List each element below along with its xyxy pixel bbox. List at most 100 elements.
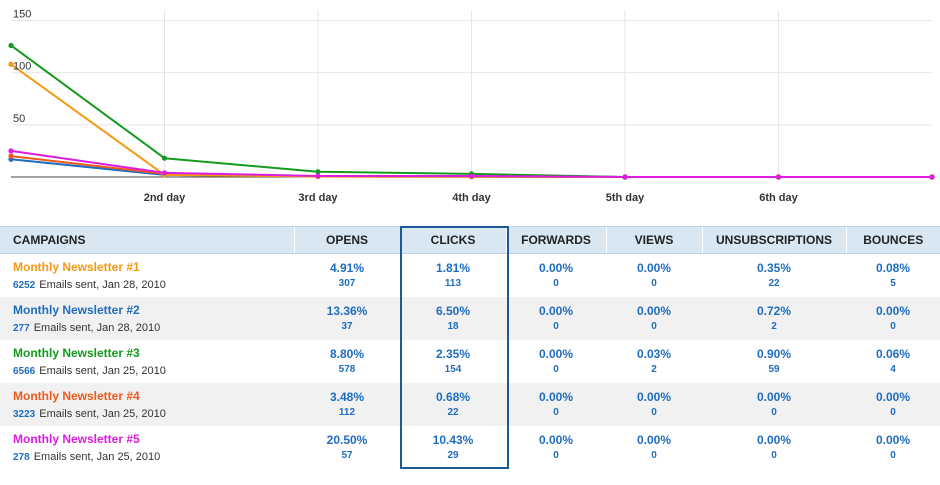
views-count[interactable]: 0 (606, 407, 702, 419)
clicks-count[interactable]: 18 (400, 321, 506, 333)
header-views[interactable]: VIEWS (605, 226, 702, 254)
views-count[interactable]: 0 (606, 278, 702, 290)
clicks-percent[interactable]: 1.81% (400, 261, 506, 276)
clicks-count[interactable]: 154 (400, 364, 506, 376)
emails-sent-count[interactable]: 6252 (13, 280, 35, 291)
unsubscriptions-count[interactable]: 22 (702, 278, 846, 290)
forwards-percent[interactable]: 0.00% (506, 390, 606, 405)
series-point[interactable] (929, 174, 935, 180)
series-point[interactable] (161, 170, 168, 176)
campaign-sent-info: 278 Emails sent, Jan 25, 2010 (13, 451, 294, 464)
views-count[interactable]: 0 (606, 321, 702, 333)
bounces-percent[interactable]: 0.00% (846, 390, 940, 405)
clicks-percent[interactable]: 10.43% (400, 433, 506, 448)
header-bounces[interactable]: BOUNCES (845, 226, 940, 254)
header-forwards[interactable]: FORWARDS (505, 226, 606, 254)
series-point[interactable] (622, 174, 628, 180)
emails-sent-count[interactable]: 278 (13, 452, 30, 463)
unsubscriptions-percent[interactable]: 0.72% (702, 304, 846, 319)
unsubscriptions-count[interactable]: 0 (702, 450, 846, 462)
campaign-name-link[interactable]: Monthly Newsletter #2 (13, 303, 294, 318)
clicks-percent[interactable]: 2.35% (400, 347, 506, 362)
bounces-count[interactable]: 5 (846, 278, 940, 290)
unsubscriptions-percent[interactable]: 0.35% (702, 261, 846, 276)
header-campaigns[interactable]: CAMPAIGNS (0, 226, 294, 254)
unsubscriptions-percent[interactable]: 0.90% (702, 347, 846, 362)
forwards-count[interactable]: 0 (506, 407, 606, 419)
opens-count[interactable]: 57 (294, 450, 400, 462)
emails-sent-count[interactable]: 3223 (13, 409, 35, 420)
clicks-count[interactable]: 22 (400, 407, 506, 419)
unsubscriptions-cell: 0.00% 0 (702, 426, 846, 469)
header-clicks[interactable]: CLICKS (399, 226, 506, 254)
opens-count[interactable]: 307 (294, 278, 400, 290)
bounces-percent[interactable]: 0.00% (846, 433, 940, 448)
bounces-count[interactable]: 0 (846, 450, 940, 462)
forwards-count[interactable]: 0 (506, 450, 606, 462)
opens-percent[interactable]: 8.80% (294, 347, 400, 362)
campaign-name-link[interactable]: Monthly Newsletter #5 (13, 432, 294, 447)
campaign-name-link[interactable]: Monthly Newsletter #1 (13, 260, 294, 275)
views-cell: 0.00% 0 (606, 297, 702, 340)
header-opens[interactable]: OPENS (293, 226, 400, 254)
series-point[interactable] (161, 155, 168, 161)
forwards-cell: 0.00% 0 (506, 426, 606, 469)
views-percent[interactable]: 0.00% (606, 390, 702, 405)
views-percent[interactable]: 0.00% (606, 433, 702, 448)
unsubscriptions-percent[interactable]: 0.00% (702, 390, 846, 405)
opens-percent[interactable]: 4.91% (294, 261, 400, 276)
forwards-percent[interactable]: 0.00% (506, 347, 606, 362)
unsubscriptions-percent[interactable]: 0.00% (702, 433, 846, 448)
views-count[interactable]: 0 (606, 450, 702, 462)
campaign-name-link[interactable]: Monthly Newsletter #3 (13, 346, 294, 361)
opens-count[interactable]: 578 (294, 364, 400, 376)
campaign-name-link[interactable]: Monthly Newsletter #4 (13, 389, 294, 404)
table-row: Monthly Newsletter #5 278 Emails sent, Jan… (0, 426, 940, 469)
opens-percent[interactable]: 3.48% (294, 390, 400, 405)
forwards-count[interactable]: 0 (506, 321, 606, 333)
emails-sent-count[interactable]: 277 (13, 323, 30, 334)
forwards-count[interactable]: 0 (506, 278, 606, 290)
clicks-percent[interactable]: 0.68% (400, 390, 506, 405)
emails-sent-date: Emails sent, Jan 25, 2010 (33, 450, 161, 463)
series-point[interactable] (8, 42, 14, 49)
emails-sent-count[interactable]: 6566 (13, 366, 35, 377)
bounces-count[interactable]: 0 (846, 407, 940, 419)
unsubscriptions-count[interactable]: 0 (702, 407, 846, 419)
campaign-cell: Monthly Newsletter #3 6566 Emails sent, Ja… (0, 340, 294, 383)
campaign-cell: Monthly Newsletter #1 6252 Emails sent, Ja… (0, 254, 294, 298)
clicks-cell: 2.35% 154 (400, 340, 506, 383)
series-point[interactable] (8, 148, 14, 154)
forwards-percent[interactable]: 0.00% (506, 261, 606, 276)
bounces-percent[interactable]: 0.00% (846, 304, 940, 319)
views-percent[interactable]: 0.00% (606, 304, 702, 319)
bounces-cell: 0.08% 5 (846, 254, 940, 298)
views-percent[interactable]: 0.00% (606, 261, 702, 276)
bounces-percent[interactable]: 0.06% (846, 347, 940, 362)
clicks-count[interactable]: 29 (400, 450, 506, 462)
opens-count[interactable]: 37 (294, 321, 400, 333)
series-point[interactable] (775, 174, 782, 180)
clicks-cell: 6.50% 18 (400, 297, 506, 340)
opens-cell: 20.50% 57 (294, 426, 400, 469)
series-point[interactable] (8, 153, 14, 159)
bounces-count[interactable]: 4 (846, 364, 940, 376)
views-percent[interactable]: 0.03% (606, 347, 702, 362)
clicks-count[interactable]: 113 (400, 278, 506, 290)
series-point[interactable] (468, 173, 475, 179)
forwards-percent[interactable]: 0.00% (506, 304, 606, 319)
views-count[interactable]: 2 (606, 364, 702, 376)
clicks-percent[interactable]: 6.50% (400, 304, 506, 319)
bounces-count[interactable]: 0 (846, 321, 940, 333)
opens-count[interactable]: 112 (294, 407, 400, 419)
unsubscriptions-count[interactable]: 59 (702, 364, 846, 376)
bounces-percent[interactable]: 0.08% (846, 261, 940, 276)
opens-cell: 3.48% 112 (294, 383, 400, 426)
forwards-percent[interactable]: 0.00% (506, 433, 606, 448)
opens-percent[interactable]: 20.50% (294, 433, 400, 448)
header-unsubscriptions[interactable]: UNSUBSCRIPTIONS (701, 226, 846, 254)
series-point[interactable] (315, 173, 321, 179)
opens-percent[interactable]: 13.36% (294, 304, 400, 319)
unsubscriptions-count[interactable]: 2 (702, 321, 846, 333)
forwards-count[interactable]: 0 (506, 364, 606, 376)
